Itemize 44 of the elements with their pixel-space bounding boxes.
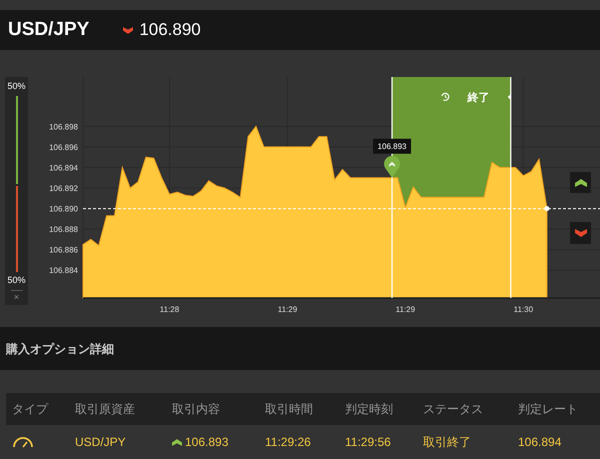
diamond-icon [508, 94, 511, 100]
table-cell-text: 取引終了 [423, 434, 472, 451]
column-header: 判定レート [518, 401, 579, 418]
y-axis-label: 106.898 [49, 122, 78, 132]
close-button[interactable]: × [14, 293, 20, 302]
x-axis-label: 11:29 [396, 305, 416, 314]
chevron-up-icon [574, 178, 586, 186]
column-header: 取引原資産 [75, 401, 136, 418]
current-price: 106.890 [139, 19, 201, 42]
table-cell-text: 106.893 [185, 434, 228, 451]
entry-label-background [373, 138, 412, 154]
column-header: 取引内容 [172, 401, 221, 418]
currency-pair: USD/JPY [8, 18, 90, 42]
x-axis-label: 11:29 [278, 305, 298, 314]
gauge-icon [12, 435, 34, 449]
y-axis-label: 106.894 [49, 163, 78, 172]
column-header: 判定時刻 [345, 401, 394, 418]
down-button[interactable] [570, 222, 591, 244]
period-label: 終了 [467, 92, 490, 104]
section-title: 購入オプション詳細 [6, 340, 114, 358]
x-axis-label: 11:30 [514, 305, 534, 314]
x-axis-label: 11:28 [160, 305, 180, 314]
table-cell-text: 106.894 [518, 434, 562, 451]
y-axis-label: 106.888 [49, 225, 78, 234]
y-axis-label: 106.890 [49, 204, 78, 214]
column-header: 取引時間 [265, 401, 314, 418]
up-button[interactable] [570, 172, 591, 193]
y-axis-label: 106.884 [49, 266, 78, 276]
y-axis-label: 106.896 [49, 142, 78, 152]
entry-price-label: 106.893 [378, 142, 406, 152]
table-cell-text: 11:29:26 [265, 434, 312, 451]
chevron-up-icon [389, 162, 396, 167]
y-axis-label: 106.886 [49, 246, 78, 255]
up-percentage: 50% [7, 80, 26, 93]
down-percentage: 50% [7, 274, 26, 286]
table-cell-text: USD/JPY [75, 434, 127, 451]
current-point [544, 206, 550, 212]
column-header: タイプ [12, 401, 50, 418]
entry-marker [384, 156, 400, 178]
table-cell-text: 11:29:56 [345, 434, 392, 451]
column-header: ステータス [423, 401, 484, 418]
chevron-down-icon [574, 229, 586, 237]
history-icon [441, 92, 450, 101]
y-axis-label: 106.892 [49, 184, 78, 194]
